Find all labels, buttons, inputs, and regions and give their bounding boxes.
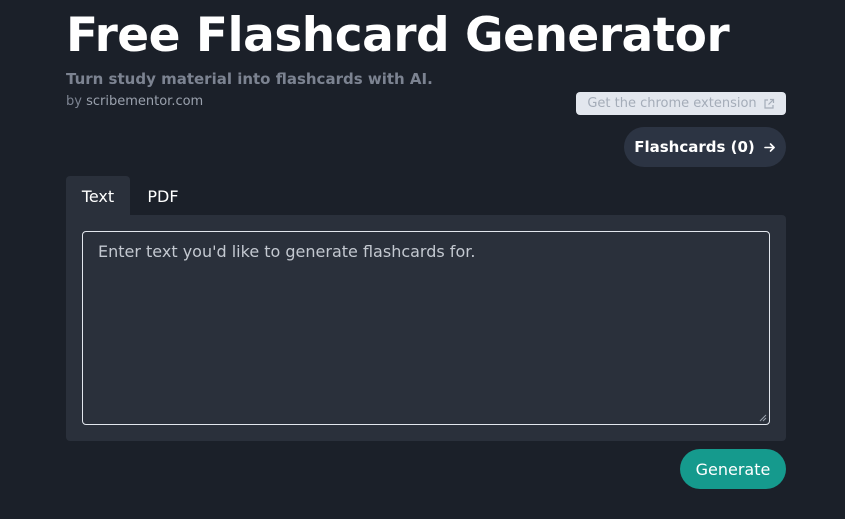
- arrow-right-icon: [763, 142, 775, 152]
- tab-text[interactable]: Text: [66, 176, 130, 216]
- chrome-extension-label: Get the chrome extension: [587, 96, 757, 111]
- generate-button[interactable]: Generate: [680, 449, 786, 489]
- text-input-panel: Enter text you'd like to generate flashc…: [66, 215, 786, 441]
- resize-handle-icon[interactable]: [759, 414, 767, 422]
- text-input-placeholder: Enter text you'd like to generate flashc…: [98, 242, 476, 261]
- page-title: Free Flashcard Generator: [66, 8, 730, 63]
- byline-prefix: by: [66, 94, 82, 109]
- flashcard-text-input[interactable]: Enter text you'd like to generate flashc…: [82, 231, 770, 425]
- flashcards-button[interactable]: Flashcards (0): [624, 127, 786, 167]
- page: Free Flashcard Generator Turn study mate…: [0, 0, 845, 519]
- page-subtitle: Turn study material into flashcards with…: [66, 70, 433, 88]
- chrome-extension-link[interactable]: Get the chrome extension: [576, 92, 786, 115]
- byline: by scribementor.com: [66, 94, 203, 109]
- flashcards-button-label: Flashcards (0): [634, 138, 755, 156]
- byline-site-link[interactable]: scribementor.com: [86, 94, 203, 109]
- external-link-icon: [764, 98, 774, 109]
- tab-pdf[interactable]: PDF: [130, 176, 196, 216]
